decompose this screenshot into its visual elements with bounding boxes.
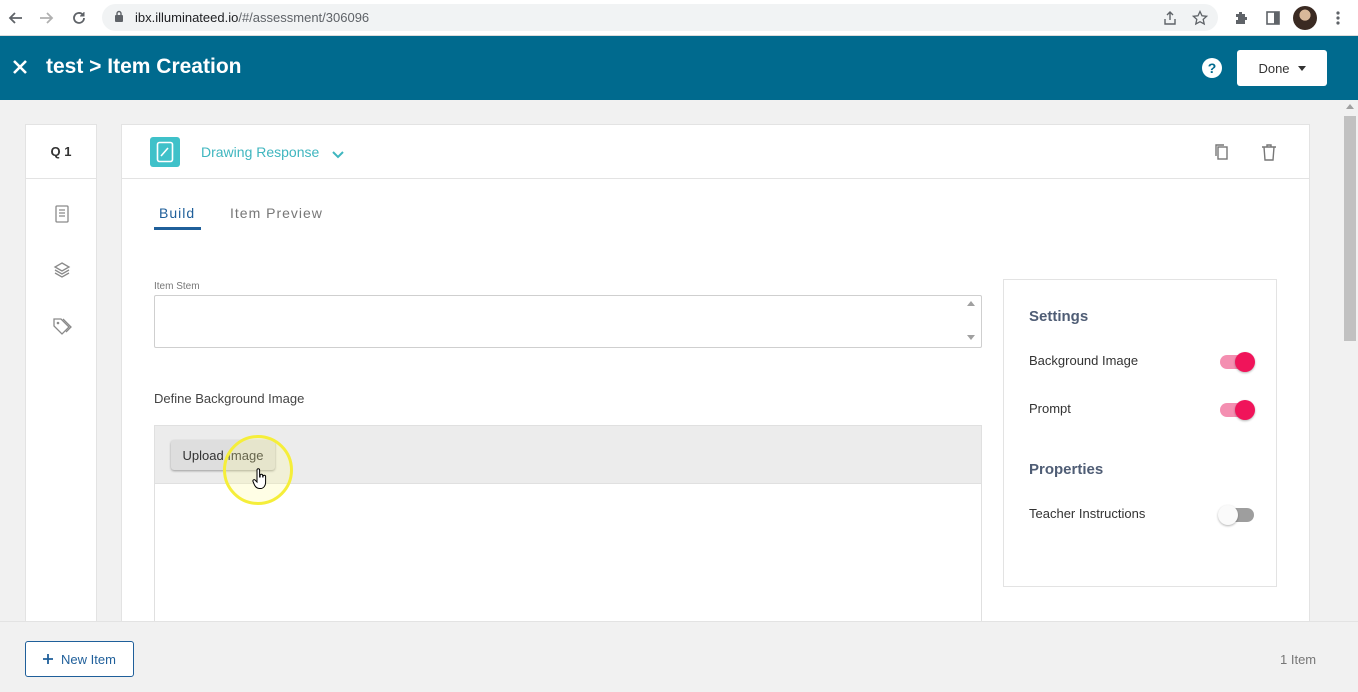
item-count: 1 Item — [1280, 652, 1317, 667]
item-type-dropdown[interactable]: Drawing Response — [201, 144, 319, 160]
toggle-knob — [1235, 352, 1255, 372]
tab-build[interactable]: Build — [159, 205, 195, 221]
chevron-down-icon[interactable] — [331, 147, 345, 165]
page-scroll-up-icon[interactable] — [1346, 104, 1354, 109]
lock-icon — [114, 10, 124, 28]
plus-icon — [43, 654, 54, 664]
prompt-setting-label: Prompt — [1029, 401, 1071, 416]
done-button[interactable]: Done — [1237, 50, 1327, 86]
scroll-down-icon[interactable] — [967, 335, 975, 340]
prompt-toggle[interactable] — [1220, 400, 1255, 420]
teacher-instructions-label: Teacher Instructions — [1029, 506, 1146, 521]
background-image-area: Upload Image — [154, 425, 982, 625]
item-stem-label: Item Stem — [154, 281, 200, 292]
scroll-up-icon[interactable] — [967, 301, 975, 306]
properties-heading: Properties — [1029, 461, 1104, 478]
copy-icon[interactable] — [1211, 141, 1231, 163]
done-button-label: Done — [1258, 60, 1290, 76]
footer-bar: New Item 1 Item — [0, 621, 1358, 692]
define-background-label: Define Background Image — [154, 391, 305, 406]
caret-down-icon — [1297, 65, 1306, 71]
profile-avatar[interactable] — [1293, 6, 1317, 30]
trash-icon[interactable] — [1259, 141, 1279, 163]
url-text: ibx.illuminateed.io/#/assessment/306096 — [135, 10, 370, 25]
share-icon[interactable] — [1160, 8, 1180, 28]
tab-item-preview[interactable]: Item Preview — [230, 205, 323, 221]
page-title: test > Item Creation — [46, 55, 242, 78]
upload-toolbar: Upload Image — [155, 426, 981, 505]
help-icon[interactable]: ? — [1202, 58, 1222, 78]
background-image-toggle[interactable] — [1220, 352, 1255, 372]
item-stem-input[interactable] — [154, 295, 982, 348]
background-image-setting-label: Background Image — [1029, 353, 1139, 368]
document-icon[interactable] — [51, 203, 73, 225]
extensions-icon[interactable] — [1229, 6, 1253, 30]
close-icon[interactable] — [10, 57, 30, 77]
drawing-tablet-icon — [150, 137, 180, 167]
reload-icon[interactable] — [67, 6, 91, 30]
app-header: test > Item Creation ? Done — [0, 36, 1358, 100]
browser-toolbar: ibx.illuminateed.io/#/assessment/306096 — [0, 0, 1358, 36]
toggle-knob — [1218, 505, 1238, 525]
settings-heading: Settings — [1029, 308, 1089, 325]
address-bar[interactable]: ibx.illuminateed.io/#/assessment/306096 — [102, 4, 1218, 31]
item-stem-scrollbar[interactable] — [966, 297, 976, 344]
bookmark-star-icon[interactable] — [1190, 8, 1210, 28]
teacher-instructions-toggle[interactable] — [1218, 505, 1254, 525]
back-icon[interactable] — [4, 6, 28, 30]
new-item-button[interactable]: New Item — [25, 641, 134, 677]
page-scrollbar-thumb[interactable] — [1344, 116, 1356, 341]
layers-icon[interactable] — [51, 259, 73, 281]
question-tab-q1[interactable]: Q 1 — [26, 125, 96, 179]
new-item-label: New Item — [61, 651, 116, 667]
question-rail: Q 1 — [25, 124, 97, 624]
toggle-knob — [1235, 400, 1255, 420]
item-card-header: Drawing Response — [122, 125, 1309, 179]
hand-pointer-icon — [252, 468, 268, 495]
forward-icon[interactable] — [34, 6, 58, 30]
kebab-menu-icon[interactable] — [1326, 6, 1350, 30]
side-panel-icon[interactable] — [1261, 6, 1285, 30]
settings-panel: Settings Background Image Prompt Propert… — [1003, 279, 1277, 587]
item-card: Drawing Response Build Item Preview Item… — [121, 124, 1310, 625]
active-tab-indicator — [154, 227, 201, 230]
tags-icon[interactable] — [51, 315, 73, 337]
